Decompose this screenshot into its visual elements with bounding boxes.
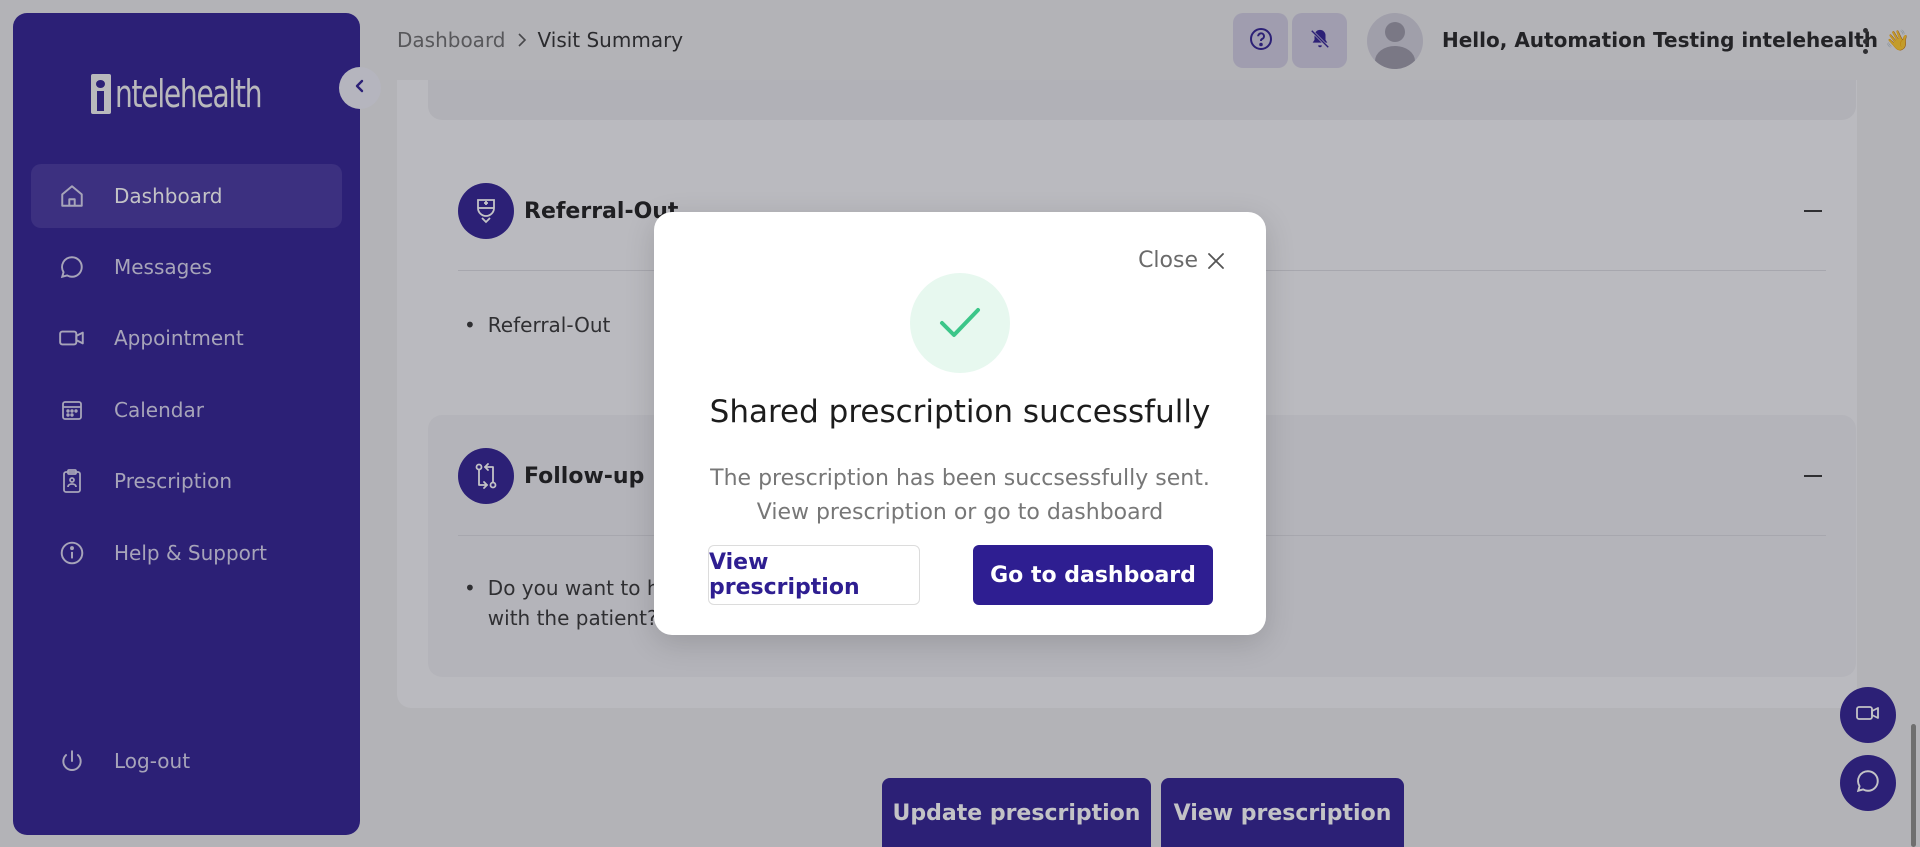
close-button[interactable]: Close xyxy=(1138,248,1226,273)
view-prescription-button[interactable]: View prescription xyxy=(708,545,920,605)
dialog-message: The prescription has been succsessfully … xyxy=(710,466,1210,525)
close-icon xyxy=(1206,251,1226,271)
success-dialog: Close Shared prescription successfully T… xyxy=(654,212,1266,635)
dialog-title: Shared prescription successfully xyxy=(709,394,1211,430)
success-check-icon xyxy=(910,273,1010,373)
scrollbar-thumb[interactable] xyxy=(1911,724,1916,847)
close-label: Close xyxy=(1138,248,1198,273)
go-to-dashboard-button[interactable]: Go to dashboard xyxy=(973,545,1213,605)
